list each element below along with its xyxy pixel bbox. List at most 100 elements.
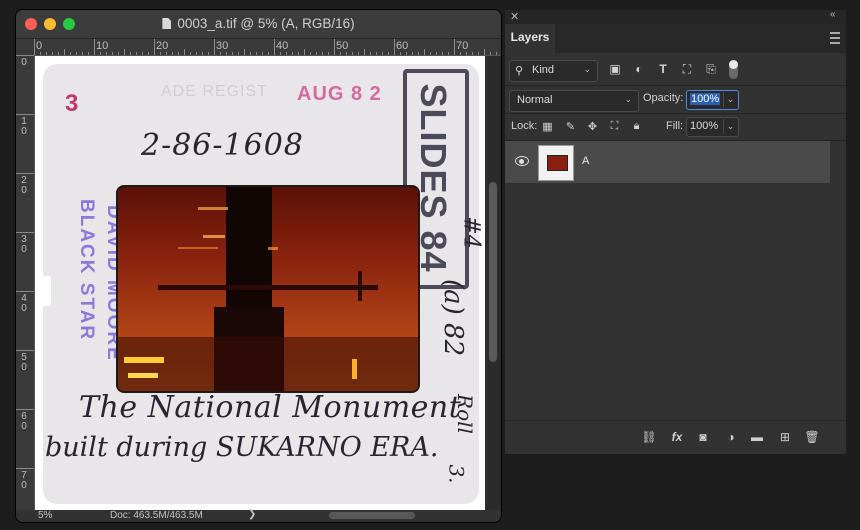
- ruler-minor-tick: [370, 52, 371, 55]
- ruler-minor-tick: [58, 52, 59, 55]
- file-icon: [162, 18, 172, 29]
- ruler-minor-tick: [244, 49, 245, 55]
- document-titlebar[interactable]: 0003_a.tif @ 5% (A, RGB/16): [16, 10, 501, 39]
- ruler-minor-tick: [466, 52, 467, 55]
- adjustment-layer-filter-icon[interactable]: ◐: [633, 63, 645, 75]
- ruler-left-label: 6 0: [21, 411, 27, 432]
- lock-all-icon[interactable]: 🔒︎: [630, 120, 643, 133]
- panel-menu-icon[interactable]: [830, 32, 840, 44]
- layer-thumbnail-image: [547, 155, 568, 171]
- ruler-minor-tick: [310, 52, 311, 55]
- handwritten-code: 2-86-1608: [141, 128, 304, 163]
- lock-image-pixels-icon[interactable]: ✎: [564, 120, 577, 133]
- lock-position-icon[interactable]: ✥: [586, 120, 599, 133]
- layer-thumbnail[interactable]: [538, 145, 574, 181]
- ruler-minor-tick: [40, 52, 41, 55]
- collapse-panel-icon[interactable]: «: [830, 9, 836, 20]
- fill-field[interactable]: 100% ⌄: [686, 117, 739, 137]
- document-title-text: 0003_a.tif @ 5% (A, RGB/16): [177, 16, 355, 31]
- lock-transparent-pixels-icon[interactable]: ▦: [541, 120, 554, 133]
- link-layers-icon[interactable]: ⛓︎: [641, 429, 657, 445]
- ruler-major-tick: [274, 39, 275, 55]
- filter-kind-select[interactable]: ⚲ Kind ⌄: [509, 60, 598, 82]
- layer-style-fx-icon[interactable]: fx: [669, 429, 685, 445]
- type-layer-filter-icon[interactable]: T: [657, 63, 669, 75]
- ruler-minor-tick: [160, 52, 161, 55]
- slide-photo: [116, 185, 420, 393]
- zoom-level[interactable]: 5%: [38, 510, 52, 521]
- status-menu-chevron-icon[interactable]: ❯: [248, 509, 256, 520]
- ruler-minor-tick: [376, 52, 377, 55]
- tab-layers[interactable]: Layers: [505, 24, 555, 53]
- pixel-layer-filter-icon[interactable]: ▣: [609, 63, 621, 75]
- ruler-top-label: 50: [336, 40, 349, 52]
- lock-artboard-icon[interactable]: ⛶: [608, 120, 621, 133]
- shape-layer-filter-icon[interactable]: ⛶: [681, 63, 693, 75]
- ruler-left-label: 4 0: [21, 293, 27, 314]
- opacity-label: Opacity:: [643, 92, 684, 104]
- new-layer-icon[interactable]: ⊞: [777, 429, 793, 445]
- vertical-ruler[interactable]: 0 1 0 2 0 3 0 4 0 5 0 6 0 7 0: [16, 55, 35, 510]
- opacity-value: 100%: [690, 93, 721, 105]
- vertical-scrollbar[interactable]: [485, 56, 501, 510]
- ruler-minor-tick: [64, 49, 65, 55]
- ruler-top-label: 0: [36, 40, 43, 52]
- blend-mode-select[interactable]: Normal ⌄: [509, 90, 639, 112]
- ruler-major-tick: [16, 173, 34, 174]
- ruler-left-label: 0: [21, 57, 27, 68]
- chevron-down-icon: ⌄: [624, 94, 632, 104]
- horizontal-scroll-thumb[interactable]: [329, 512, 415, 519]
- ruler-minor-tick: [280, 52, 281, 55]
- ruler-minor-tick: [190, 52, 191, 55]
- close-panel-icon[interactable]: ✕: [510, 10, 519, 23]
- canvas[interactable]: 3 ADE REGIST AUG 8 2 SLIDES 84 2-86-1608…: [35, 56, 485, 510]
- chevron-down-icon[interactable]: ⌄: [723, 92, 737, 107]
- ruler-major-tick: [454, 39, 455, 55]
- chevron-down-icon: ⌄: [583, 64, 591, 74]
- ruler-minor-tick: [478, 52, 479, 55]
- search-icon: ⚲: [515, 65, 524, 77]
- smart-object-filter-icon[interactable]: ⎘: [705, 63, 717, 75]
- ruler-minor-tick: [70, 52, 71, 55]
- ruler-minor-tick: [112, 52, 113, 55]
- new-group-folder-icon[interactable]: ▬: [749, 429, 765, 445]
- panel-header-strip: ✕ «: [505, 9, 846, 24]
- ruler-minor-tick: [52, 52, 53, 55]
- visibility-eye-icon[interactable]: [515, 156, 529, 166]
- filter-toggle[interactable]: [729, 60, 738, 79]
- horizontal-ruler[interactable]: 0 10 20 30 40 50 60 70: [34, 39, 501, 56]
- ruler-major-tick: [16, 468, 34, 469]
- ruler-minor-tick: [106, 52, 107, 55]
- delete-layer-trash-icon[interactable]: 🗑︎: [804, 429, 820, 445]
- layer-row[interactable]: A: [505, 141, 830, 183]
- ruler-minor-tick: [286, 52, 287, 55]
- ruler-top-label: 10: [96, 40, 109, 52]
- ruler-minor-tick: [418, 52, 419, 55]
- ruler-minor-tick: [256, 52, 257, 55]
- credit-line-2: BLACK STAR: [76, 199, 97, 342]
- layer-name[interactable]: A: [582, 155, 589, 167]
- ruler-minor-tick: [208, 52, 209, 55]
- ruler-major-tick: [16, 350, 34, 351]
- layers-panel-footer: ⛓︎ fx ◙ ◑ ▬ ⊞ 🗑︎: [505, 420, 846, 454]
- ruler-minor-tick: [262, 52, 263, 55]
- ruler-major-tick: [34, 39, 35, 55]
- document-window[interactable]: 0003_a.tif @ 5% (A, RGB/16) 0 10 20 30 40 50 6…: [16, 10, 501, 522]
- ruler-minor-tick: [268, 52, 269, 55]
- add-mask-icon[interactable]: ◙: [695, 429, 711, 445]
- chevron-down-icon[interactable]: ⌄: [723, 119, 737, 134]
- monument-photo: [118, 187, 418, 391]
- blend-mode-value: Normal: [517, 94, 553, 106]
- ruler-minor-tick: [442, 52, 443, 55]
- ruler-minor-tick: [82, 52, 83, 55]
- ruler-minor-tick: [436, 52, 437, 55]
- date-stamp: AUG 8 2: [297, 83, 382, 105]
- ruler-minor-tick: [472, 52, 473, 55]
- ruler-minor-tick: [298, 52, 299, 55]
- ruler-origin[interactable]: [16, 39, 35, 56]
- ruler-top-label: 20: [156, 40, 169, 52]
- new-adjustment-layer-icon[interactable]: ◑: [723, 429, 739, 445]
- vertical-scroll-thumb[interactable]: [489, 182, 497, 362]
- ruler-major-tick: [94, 39, 95, 55]
- opacity-field[interactable]: 100% ⌄: [686, 90, 739, 110]
